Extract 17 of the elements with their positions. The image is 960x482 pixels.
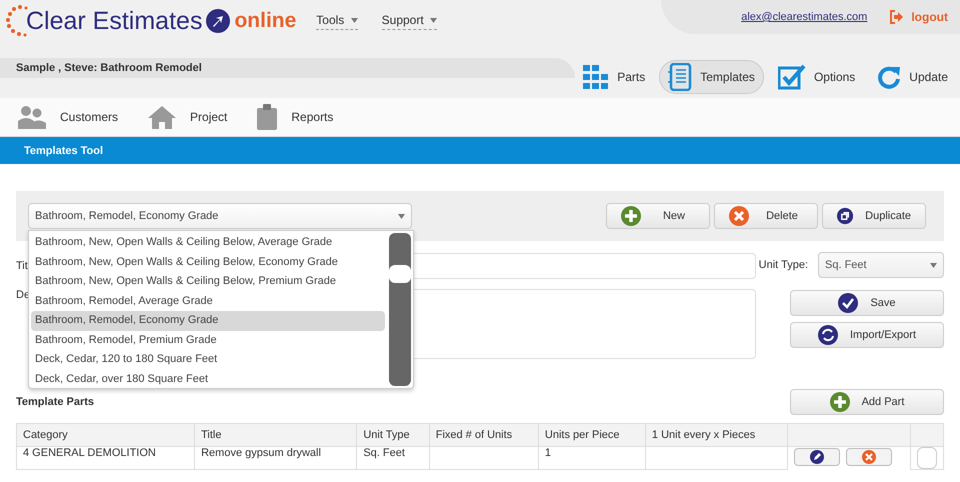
parts-title: Template Parts bbox=[16, 396, 94, 408]
column-header: 1 Unit every x Pieces bbox=[645, 424, 788, 446]
column-header: Fixed # of Units bbox=[429, 424, 538, 446]
project-title: Sample , Steve: Bathroom Remodel bbox=[16, 62, 202, 74]
title-label: Tit bbox=[16, 260, 29, 272]
section-title: Templates Tool bbox=[24, 144, 104, 156]
unit-type-label: Unit Type: bbox=[758, 259, 808, 271]
table-cell: 4 GENERAL DEMOLITION bbox=[16, 446, 195, 470]
column-header: Title bbox=[194, 424, 357, 446]
column-header: Unit Type bbox=[356, 424, 430, 446]
column-header: Category bbox=[16, 424, 195, 446]
table-cell: Remove gypsum drywall bbox=[194, 446, 357, 470]
table-cell: 1 bbox=[538, 446, 646, 470]
table-cell: Sq. Feet bbox=[356, 446, 430, 470]
column-header: Units per Piece bbox=[538, 424, 646, 446]
brand-name: Clear Estimates bbox=[26, 6, 202, 36]
brand-suffix: online bbox=[234, 9, 296, 33]
